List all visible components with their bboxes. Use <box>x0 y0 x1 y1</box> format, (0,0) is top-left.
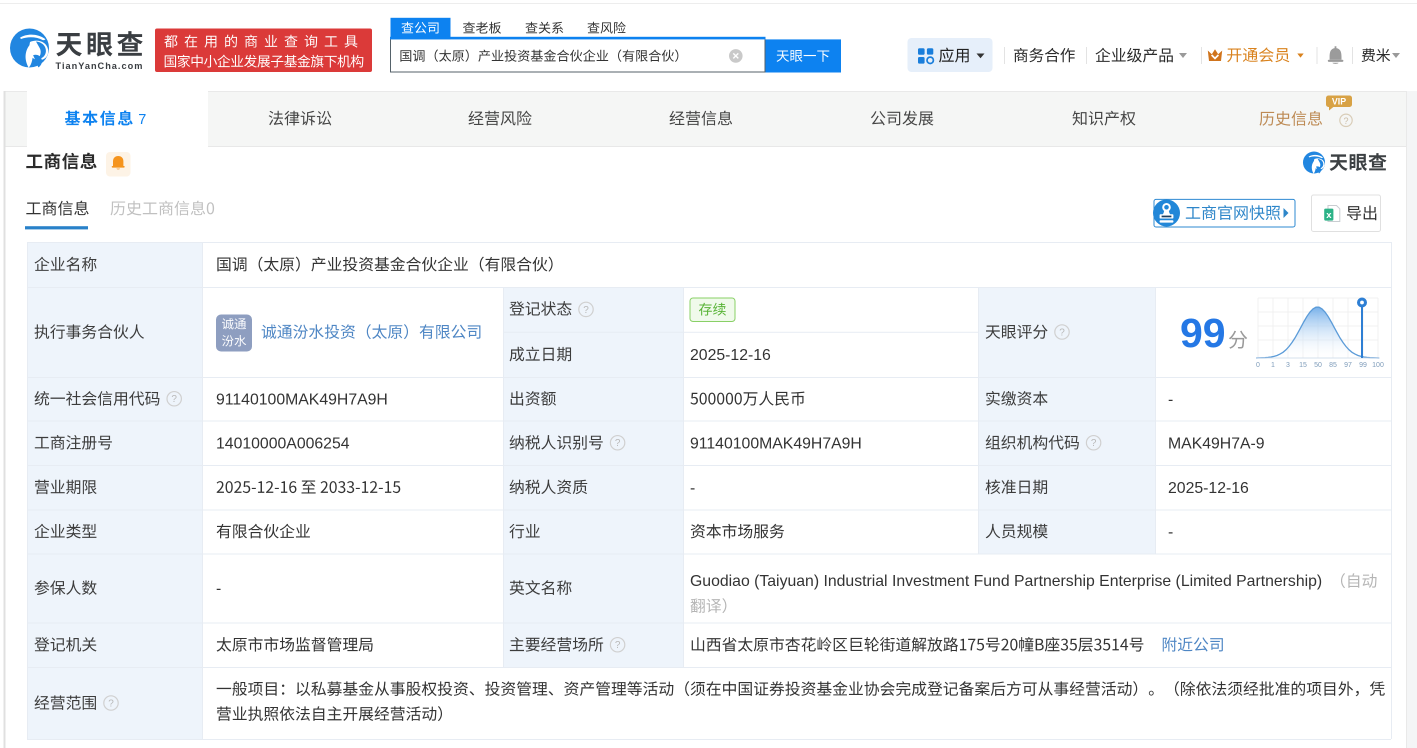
svg-text:-: - <box>1168 524 1173 541</box>
svg-text:Guodiao (Taiyuan) Industrial I: Guodiao (Taiyuan) Industrial Investment … <box>690 573 1322 590</box>
svg-text:97: 97 <box>1344 362 1352 369</box>
svg-text:MAK49H7A-9: MAK49H7A-9 <box>1168 435 1265 452</box>
svg-text:91140100MAK49H7A9H: 91140100MAK49H7A9H <box>216 391 388 408</box>
svg-text:7: 7 <box>138 112 146 128</box>
svg-text:-: - <box>690 480 695 497</box>
svg-text:?: ? <box>1343 116 1348 126</box>
svg-text:?: ? <box>583 305 589 316</box>
svg-text:3: 3 <box>1286 362 1290 369</box>
svg-text:?: ? <box>615 640 621 651</box>
svg-text:?: ? <box>108 698 114 709</box>
svg-text:99: 99 <box>1180 310 1226 356</box>
svg-text:2025-12-16: 2025-12-16 <box>690 347 771 364</box>
svg-text:15: 15 <box>1299 362 1307 369</box>
svg-text:x: x <box>1326 210 1332 221</box>
svg-text:85: 85 <box>1329 362 1337 369</box>
svg-text:100: 100 <box>1372 362 1384 369</box>
svg-text:?: ? <box>615 438 621 449</box>
svg-text:91140100MAK49H7A9H: 91140100MAK49H7A9H <box>690 435 862 452</box>
svg-text:?: ? <box>1091 438 1097 449</box>
svg-text:?: ? <box>1059 327 1065 338</box>
svg-text:-: - <box>1168 391 1173 408</box>
svg-text:1: 1 <box>1271 362 1275 369</box>
svg-text:50: 50 <box>1314 362 1322 369</box>
svg-text:?: ? <box>171 394 177 405</box>
svg-text:VIP: VIP <box>1332 97 1346 107</box>
svg-text:0: 0 <box>1256 362 1260 369</box>
svg-text:99: 99 <box>1359 362 1367 369</box>
svg-text:14010000A006254: 14010000A006254 <box>216 435 350 452</box>
svg-text:TianYanCha.com: TianYanCha.com <box>56 61 144 71</box>
svg-text:-: - <box>216 581 221 598</box>
svg-text:2025-12-16: 2025-12-16 <box>1168 480 1249 497</box>
